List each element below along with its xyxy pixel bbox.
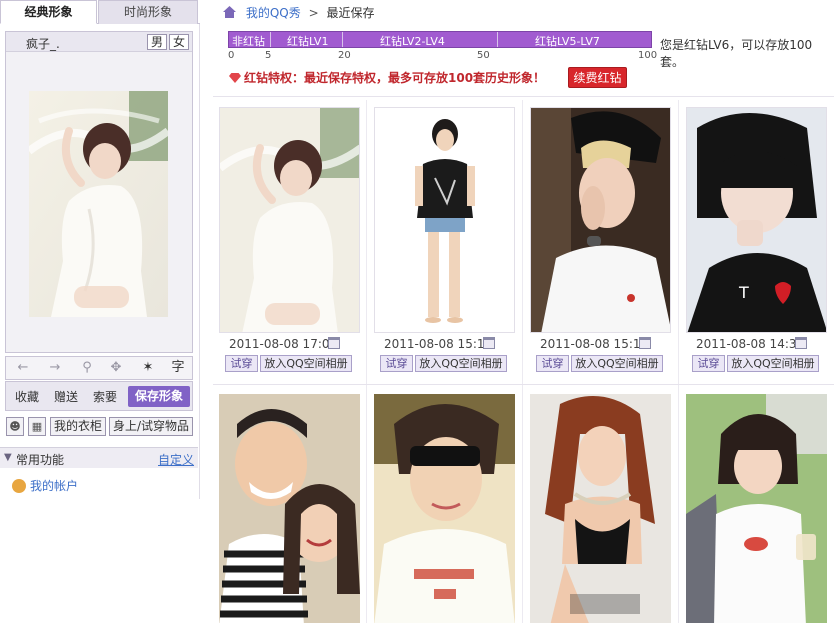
saved-look-photo[interactable] <box>530 107 671 333</box>
column-divider <box>678 100 679 623</box>
avatar-tabs: 经典形象 时尚形象 <box>0 0 200 24</box>
level-divider <box>497 32 498 47</box>
renew-red-diamond-button[interactable]: 续费红钻 <box>568 67 627 88</box>
add-to-album-button[interactable]: 放入QQ空间相册 <box>260 355 352 372</box>
saved-look-photo[interactable]: T <box>686 107 827 333</box>
save-disk-icon[interactable]: ▦ <box>28 417 46 436</box>
my-wardrobe-button[interactable]: 我的衣柜 <box>50 417 106 436</box>
svg-text:T: T <box>738 283 749 302</box>
gift-button[interactable]: 赠送 <box>54 388 78 405</box>
saved-look-photo[interactable] <box>374 394 515 623</box>
column-divider <box>522 100 523 623</box>
red-diamond-icon <box>229 73 241 83</box>
privilege-notice: 红钻特权：最近保存特权，最多可存放100套历史形象！ <box>229 69 545 86</box>
trash-icon[interactable] <box>639 337 651 349</box>
saved-look-photo[interactable] <box>219 394 360 623</box>
avatar-toolbar: ← → ⚲ ✥ ✶ 字 <box>5 356 193 380</box>
magic-wand-icon[interactable]: ✶ <box>139 360 157 376</box>
text-tool-button[interactable]: 字 <box>169 360 187 376</box>
common-functions: ▼ 常用功能 自定义 我的帐户 <box>0 447 198 499</box>
level-progress-bar: 非红钻 红钻LV1 红钻LV2-LV4 红钻LV5-LV7 <box>228 31 652 48</box>
level-tick: 50 <box>477 50 490 61</box>
avatar-header: 疯子_. 男 女 <box>6 32 192 52</box>
common-functions-title: 常用功能 <box>16 453 65 467</box>
request-button[interactable]: 索要 <box>93 388 117 405</box>
user-icon[interactable]: ☻ <box>6 417 24 436</box>
level-segment: 红钻LV5-LV7 <box>535 35 600 48</box>
left-panel: 经典形象 时尚形象 疯子_. 男 女 ← → ⚲ ✥ ✶ 字 收藏 赠送 索要 … <box>0 0 200 623</box>
level-divider <box>342 32 343 47</box>
privilege-text: 红钻特权：最近保存特权，最多可存放100套历史形象！ <box>244 71 546 85</box>
level-tick: 100 <box>638 50 658 61</box>
add-to-album-button[interactable]: 放入QQ空间相册 <box>415 355 507 372</box>
gender-male-button[interactable]: 男 <box>147 34 167 50</box>
tab-classic[interactable]: 经典形象 <box>0 0 97 24</box>
avatar-photo <box>29 91 168 317</box>
saved-look-card[interactable]: 2011-08-08 15:17 试穿 放入QQ空间相册 <box>528 101 678 381</box>
saved-look-card[interactable] <box>528 394 678 623</box>
saved-look-card[interactable]: 2011-08-08 15:17 试穿 放入QQ空间相册 <box>372 101 522 381</box>
saved-look-photo[interactable] <box>686 394 827 623</box>
try-on-button[interactable]: 试穿 <box>536 355 569 372</box>
saved-look-card[interactable]: T 2011-08-08 14:34 试穿 放入QQ空间相册 <box>684 101 834 381</box>
add-to-album-button[interactable]: 放入QQ空间相册 <box>571 355 663 372</box>
my-account-link[interactable]: 我的帐户 <box>12 477 78 494</box>
tab-fashion[interactable]: 时尚形象 <box>98 0 198 24</box>
try-on-button[interactable]: 试穿 <box>692 355 725 372</box>
level-segment: 红钻LV2-LV4 <box>380 35 445 48</box>
saved-look-photo[interactable] <box>374 107 515 333</box>
try-on-button[interactable]: 试穿 <box>380 355 413 372</box>
breadcrumb: 我的QQ秀 > 最近保存 <box>223 4 374 21</box>
divider <box>213 384 834 385</box>
collect-button[interactable]: 收藏 <box>15 388 39 405</box>
my-account-label: 我的帐户 <box>30 479 79 493</box>
breadcrumb-home-link[interactable]: 我的QQ秀 <box>246 6 301 20</box>
saved-date: 2011-08-08 14:34 <box>696 337 805 351</box>
level-segment: 红钻LV1 <box>287 35 329 48</box>
home-icon <box>223 6 236 18</box>
level-divider <box>270 32 271 47</box>
level-segment: 非红钻 <box>232 35 265 48</box>
undo-arrow-icon[interactable]: ← <box>14 360 32 376</box>
trash-icon[interactable] <box>483 337 495 349</box>
divider <box>213 96 834 97</box>
saved-date: 2011-08-08 17:04 <box>229 337 338 351</box>
level-tick: 5 <box>265 50 272 61</box>
avatar-actions: 收藏 赠送 索要 保存形象 <box>5 381 193 411</box>
move-icon[interactable]: ✥ <box>107 360 125 376</box>
customize-link[interactable]: 自定义 <box>158 451 194 468</box>
saved-look-card[interactable] <box>217 394 367 623</box>
collapse-triangle-icon[interactable]: ▼ <box>4 452 12 463</box>
level-info: 您是红钻LV6，可以存放100套。 <box>660 38 813 69</box>
saved-look-card[interactable]: 2011-08-08 17:04 试穿 放入QQ空间相册 <box>217 101 367 381</box>
avatar-preview: 疯子_. 男 女 <box>5 31 193 353</box>
account-icon <box>12 479 26 493</box>
saved-look-card[interactable] <box>684 394 834 623</box>
trash-icon[interactable] <box>328 337 340 349</box>
zoom-icon[interactable]: ⚲ <box>78 360 96 376</box>
avatar-nickname: 疯子_. <box>26 37 60 51</box>
level-tick: 20 <box>338 50 351 61</box>
trash-icon[interactable] <box>795 337 807 349</box>
redo-arrow-icon[interactable]: → <box>46 360 64 376</box>
try-on-button[interactable]: 试穿 <box>225 355 258 372</box>
breadcrumb-separator: > <box>308 6 319 20</box>
wearing-items-button[interactable]: 身上/试穿物品 <box>109 417 193 436</box>
breadcrumb-current: 最近保存 <box>326 6 375 20</box>
saved-look-photo[interactable] <box>219 107 360 333</box>
level-tick: 0 <box>228 50 235 61</box>
saved-date: 2011-08-08 15:17 <box>540 337 649 351</box>
saved-look-photo[interactable] <box>530 394 671 623</box>
common-functions-header: ▼ 常用功能 自定义 <box>0 448 198 468</box>
left-divider <box>199 24 200 499</box>
saved-look-card[interactable] <box>372 394 522 623</box>
gender-female-button[interactable]: 女 <box>169 34 189 50</box>
save-avatar-button[interactable]: 保存形象 <box>128 386 190 407</box>
saved-date: 2011-08-08 15:17 <box>384 337 493 351</box>
main-content: 我的QQ秀 > 最近保存 非红钻 红钻LV1 红钻LV2-LV4 红钻LV5-L… <box>213 0 834 623</box>
add-to-album-button[interactable]: 放入QQ空间相册 <box>727 355 819 372</box>
wardrobe-row: ☻ ▦ 我的衣柜 身上/试穿物品 <box>5 416 195 438</box>
